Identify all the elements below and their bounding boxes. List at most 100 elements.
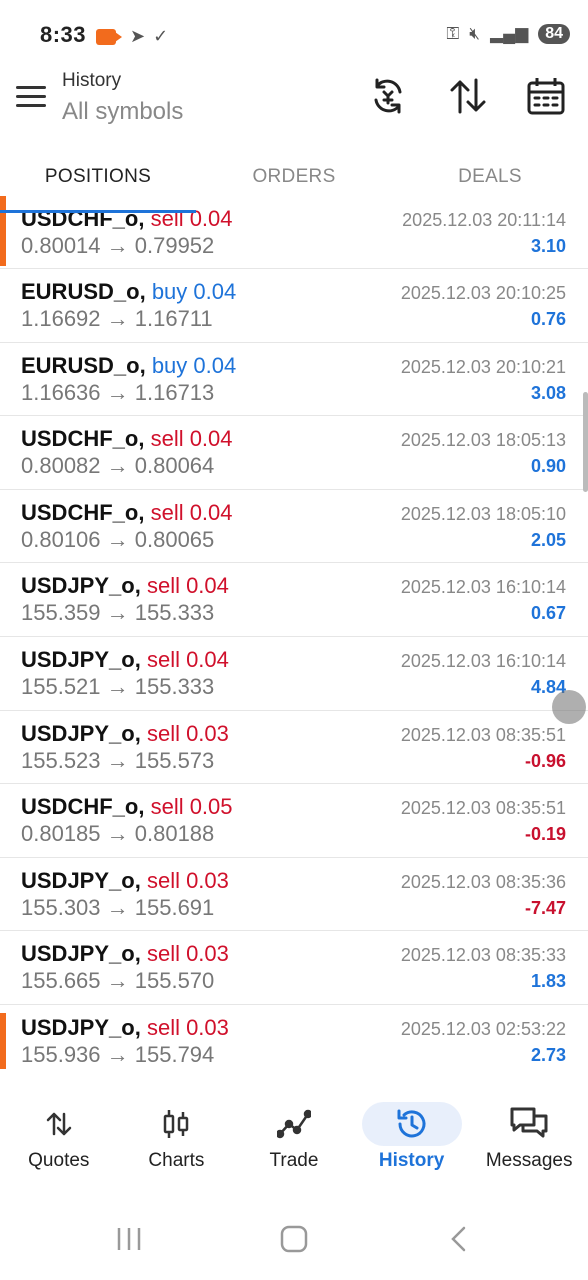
row-symbol: USDJPY_o, bbox=[21, 1014, 141, 1040]
row-symbol: USDJPY_o, bbox=[21, 720, 141, 746]
row-time: 2025.12.03 20:11:14 bbox=[402, 210, 566, 230]
row-side: buy 0.04 bbox=[151, 279, 237, 304]
system-navigation-bar bbox=[0, 1200, 588, 1280]
list-item[interactable]: USDJPY_o, sell 0.03 155.523 → 155.573 20… bbox=[0, 710, 588, 785]
row-time: 2025.12.03 08:35:36 bbox=[400, 871, 566, 892]
trade-line-icon bbox=[244, 1102, 344, 1146]
floating-touch-indicator bbox=[552, 690, 586, 724]
row-prices: 0.80014 → 0.79952 bbox=[21, 233, 215, 258]
app-header: History All symbols bbox=[0, 70, 588, 150]
row-time: 2025.12.03 08:35:51 bbox=[400, 798, 566, 819]
row-profit: 0.90 bbox=[530, 456, 566, 477]
row-side: sell 0.03 bbox=[146, 720, 229, 746]
row-time: 2025.12.03 20:10:25 bbox=[400, 283, 566, 303]
row-profit: 2.05 bbox=[530, 529, 566, 550]
row-profit: 3.10 bbox=[530, 236, 566, 256]
row-profit: -0.96 bbox=[524, 750, 566, 771]
row-symbol: USDCHF_o, bbox=[21, 794, 145, 820]
row-side: sell 0.03 bbox=[146, 1014, 229, 1040]
page-title: History bbox=[62, 70, 122, 91]
status-system-icons: ⚿ 🔇︎ ▂▄▆ 84 bbox=[446, 24, 570, 44]
row-prices: 155.359 → 155.333 bbox=[21, 600, 215, 626]
signal-icon: ▂▄▆ bbox=[490, 24, 529, 43]
row-symbol: USDJPY_o, bbox=[21, 867, 141, 893]
row-prices: 0.80106 → 0.80065 bbox=[21, 526, 215, 552]
check-icon: ✓ bbox=[153, 26, 169, 46]
row-side: sell 0.04 bbox=[146, 646, 229, 672]
row-time: 2025.12.03 18:05:10 bbox=[400, 503, 566, 524]
row-prices: 0.80082 → 0.80064 bbox=[21, 453, 215, 479]
list-item[interactable]: USDCHF_o, sell 0.04 0.80082 → 0.80064 20… bbox=[0, 416, 588, 490]
nav-history[interactable]: History bbox=[353, 1086, 471, 1194]
messages-icon bbox=[479, 1102, 579, 1146]
candlestick-icon bbox=[126, 1102, 226, 1146]
list-item[interactable]: USDCHF_o, sell 0.05 0.80185 → 0.80188 20… bbox=[0, 784, 588, 858]
row-prices: 155.303 → 155.691 bbox=[21, 894, 215, 920]
nav-label: Messages bbox=[485, 1150, 573, 1171]
row-prices: 1.16636 → 1.16713 bbox=[21, 379, 215, 405]
status-bar: 8:33 ➤ ✓ ⚿ 🔇︎ ▂▄▆ 84 bbox=[0, 0, 588, 70]
row-side: sell 0.03 bbox=[146, 941, 229, 967]
row-prices: 1.16692 → 1.16711 bbox=[21, 306, 213, 331]
calendar-icon[interactable] bbox=[524, 74, 568, 118]
nav-quotes[interactable]: Quotes bbox=[0, 1086, 118, 1194]
list-item[interactable]: USDCHF_o, sell 0.04 0.80014 → 0.79952 20… bbox=[0, 196, 588, 269]
row-time: 2025.12.03 18:05:13 bbox=[400, 430, 566, 451]
nav-trade[interactable]: Trade bbox=[235, 1086, 353, 1194]
list-item[interactable]: USDCHF_o, sell 0.04 0.80106 → 0.80065 20… bbox=[0, 489, 588, 564]
scrollbar[interactable] bbox=[583, 392, 588, 492]
nav-label: Trade bbox=[269, 1150, 319, 1171]
row-symbol: EURUSD_o, bbox=[21, 352, 146, 378]
row-profit: 2.73 bbox=[530, 1044, 566, 1065]
home-icon[interactable] bbox=[280, 1224, 308, 1259]
list-item[interactable]: USDJPY_o, sell 0.03 155.303 → 155.691 20… bbox=[0, 857, 588, 932]
row-prices: 155.665 → 155.570 bbox=[21, 968, 215, 994]
row-symbol: USDCHF_o, bbox=[21, 499, 145, 525]
list-item[interactable]: EURUSD_o, buy 0.04 1.16636 → 1.16713 202… bbox=[0, 342, 588, 417]
row-prices: 0.80185 → 0.80188 bbox=[21, 821, 215, 847]
sync-icon[interactable] bbox=[366, 74, 410, 118]
list-item[interactable]: USDJPY_o, sell 0.03 155.936 → 155.794 20… bbox=[0, 1004, 588, 1072]
row-prices: 155.936 → 155.794 bbox=[21, 1041, 215, 1067]
nav-charts[interactable]: Charts bbox=[118, 1086, 236, 1194]
row-time: 2025.12.03 08:35:51 bbox=[400, 724, 566, 745]
mute-icon: 🔇︎ bbox=[469, 24, 480, 43]
nav-label: History bbox=[378, 1150, 445, 1171]
row-time: 2025.12.03 16:10:14 bbox=[400, 577, 566, 598]
list-item[interactable]: USDJPY_o, sell 0.03 155.665 → 155.570 20… bbox=[0, 931, 588, 1005]
row-symbol: USDJPY_o, bbox=[21, 573, 141, 599]
row-time: 2025.12.03 20:10:21 bbox=[400, 356, 566, 377]
list-item[interactable]: USDJPY_o, sell 0.04 155.359 → 155.333 20… bbox=[0, 563, 588, 637]
battery-indicator: 84 bbox=[538, 24, 570, 44]
row-time: 2025.12.03 02:53:22 bbox=[400, 1018, 566, 1039]
position-marker bbox=[0, 196, 6, 266]
row-profit: 3.08 bbox=[530, 382, 566, 403]
list-item[interactable]: EURUSD_o, buy 0.04 1.16692 → 1.16711 202… bbox=[0, 269, 588, 343]
row-symbol: USDJPY_o, bbox=[21, 941, 141, 967]
back-icon[interactable] bbox=[448, 1224, 470, 1259]
row-time: 2025.12.03 16:10:14 bbox=[400, 650, 566, 671]
quotes-arrows-icon bbox=[9, 1102, 109, 1146]
key-icon: ⚿ bbox=[446, 24, 460, 43]
nav-messages[interactable]: Messages bbox=[470, 1086, 588, 1194]
row-side: sell 0.04 bbox=[150, 426, 233, 452]
status-notification-icons: ➤ ✓ bbox=[96, 26, 168, 47]
symbol-filter[interactable]: All symbols bbox=[62, 98, 183, 126]
menu-icon[interactable] bbox=[16, 86, 46, 108]
screen-record-icon bbox=[96, 28, 122, 45]
positions-list[interactable]: USDCHF_o, sell 0.04 0.80014 → 0.79952 20… bbox=[0, 196, 588, 1072]
recent-apps-icon[interactable] bbox=[116, 1224, 142, 1259]
row-side: sell 0.03 bbox=[146, 867, 229, 893]
list-item[interactable]: USDJPY_o, sell 0.04 155.521 → 155.333 20… bbox=[0, 636, 588, 711]
row-side: sell 0.05 bbox=[150, 794, 233, 820]
row-profit: 1.83 bbox=[530, 971, 566, 992]
sort-icon[interactable] bbox=[446, 74, 490, 118]
row-symbol: EURUSD_o, bbox=[21, 279, 146, 304]
nav-label: Quotes bbox=[28, 1150, 90, 1171]
tab-active-indicator bbox=[0, 210, 196, 213]
row-profit: 0.76 bbox=[530, 309, 566, 329]
row-side: buy 0.04 bbox=[151, 352, 237, 378]
row-prices: 155.523 → 155.573 bbox=[21, 747, 215, 773]
row-side: sell 0.04 bbox=[146, 573, 229, 599]
row-time: 2025.12.03 08:35:33 bbox=[400, 945, 566, 966]
